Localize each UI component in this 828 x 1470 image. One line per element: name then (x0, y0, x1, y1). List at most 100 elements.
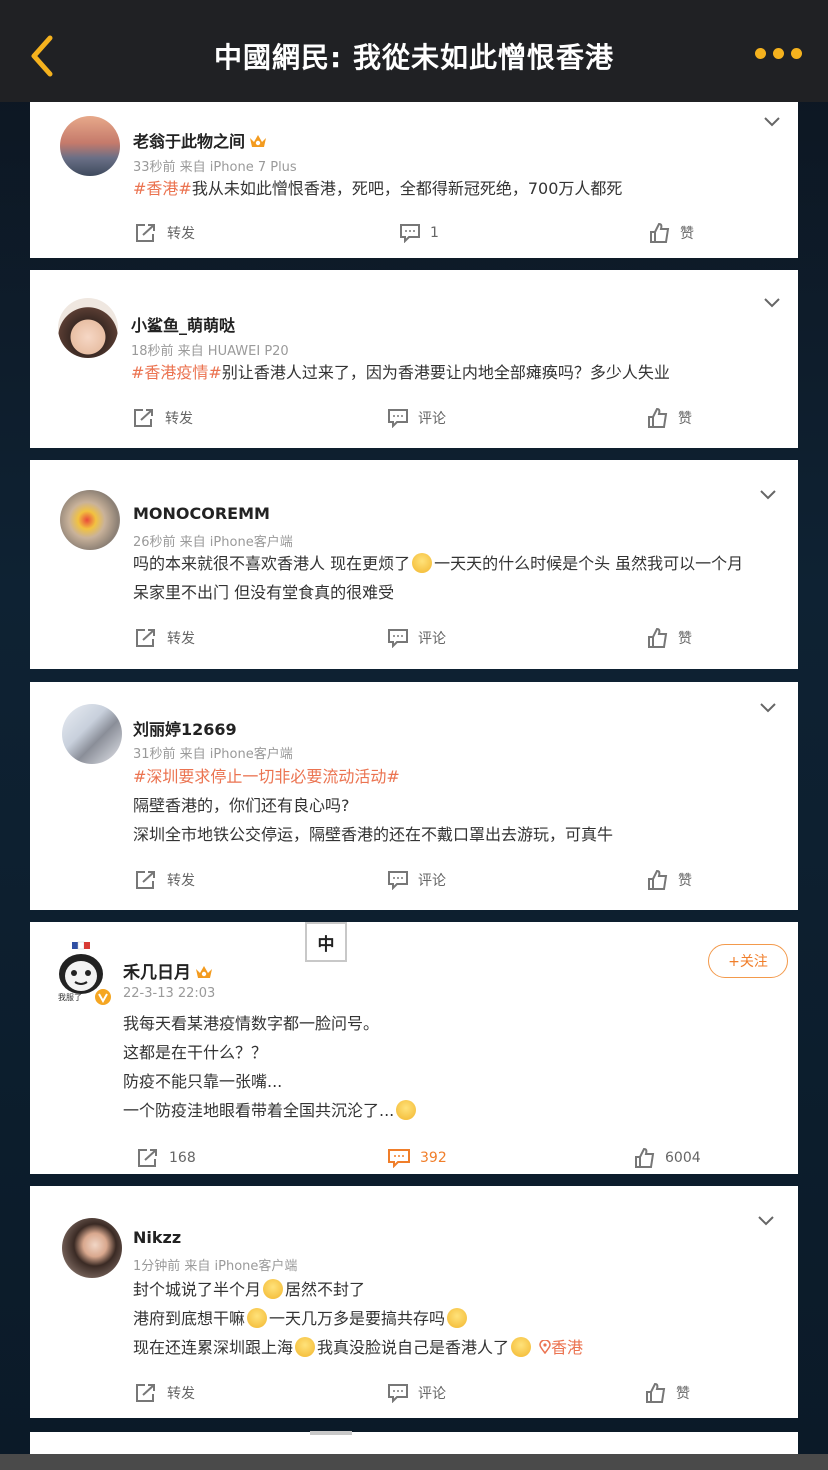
like-label: 赞 (680, 226, 694, 242)
follow-button[interactable]: +关注 (708, 944, 788, 978)
content-line: 呆家里不出门 但没有堂食真的很难受 (133, 583, 395, 602)
avatar[interactable] (60, 116, 120, 176)
post-meta: 26秒前 来自 iPhone客户端 (133, 535, 293, 550)
comment-icon (388, 629, 408, 648)
post-content: 吗的本来就很不喜欢香港人 现在更烦了 一天天的什么时候是个头 虽然我可以一个月 呆… (133, 549, 743, 607)
bottom-bar (0, 1454, 828, 1470)
chevron-down-icon[interactable] (758, 1216, 774, 1226)
comment-button[interactable]: 评论 (388, 870, 446, 890)
more-dots-icon[interactable] (755, 48, 802, 59)
like-button[interactable]: 赞 (648, 408, 692, 428)
smile-emoji-icon (511, 1337, 532, 1357)
like-label: 赞 (678, 631, 692, 647)
post-content: 我每天看某港疫情数字都一脸问号。 这都是在干什么？？ 防疫不能只靠一张嘴... … (123, 1009, 418, 1125)
comment-icon (388, 871, 408, 890)
location-pin-icon (539, 1339, 551, 1355)
repost-button[interactable]: 转发 (133, 408, 193, 428)
hashtag-link[interactable]: #香港# (133, 179, 192, 198)
post-meta: 33秒前 来自 iPhone 7 Plus (133, 160, 297, 175)
comment-label: 评论 (418, 1386, 446, 1402)
like-button[interactable]: 赞 (650, 223, 694, 243)
content-line: 深圳全市地铁公交停运，隔壁香港的还在不戴口罩出去游玩，可真牛 (133, 825, 614, 844)
like-button[interactable]: 赞 (648, 628, 692, 648)
nav-bar: 中國網民: 我從未如此憎恨香港 (0, 0, 828, 102)
comment-icon (388, 1149, 410, 1168)
like-label: 赞 (678, 873, 692, 889)
username: 禾几日月 (123, 963, 191, 983)
comment-button[interactable]: 评论 (388, 1383, 446, 1403)
repost-label: 转发 (165, 411, 193, 427)
avatar[interactable] (62, 1218, 122, 1278)
post-card: 小鲨鱼_萌萌哒 18秒前 来自 HUAWEI P20 #香港疫情#别让香港人过来… (30, 270, 798, 448)
comment-button[interactable]: 392 (388, 1148, 447, 1168)
content-line: 现在还连累深圳跟上海 (133, 1338, 294, 1357)
repost-icon (134, 409, 153, 427)
repost-button[interactable]: 转发 (135, 223, 195, 243)
comment-button[interactable]: 1 (400, 223, 439, 243)
like-button[interactable]: 赞 (646, 1383, 690, 1403)
repost-label: 转发 (167, 873, 195, 889)
like-label: 赞 (676, 1386, 690, 1402)
scroll-indicator (310, 1431, 352, 1435)
comment-icon (388, 1384, 408, 1403)
like-icon (648, 870, 668, 890)
comment-icon (388, 409, 408, 428)
username[interactable]: MONOCOREMM (133, 504, 270, 523)
post-content: #香港#我从未如此憎恨香港，死吧，全都得新冠死绝，700万人都死 (133, 174, 622, 203)
post-content: #香港疫情#别让香港人过来了，因为香港要让内地全部瘫痪吗？多少人失业 (131, 358, 670, 387)
content-line: 隔壁香港的，你们还有良心吗? (133, 796, 350, 815)
content-line: 一个防疫洼地眼看带着全国共沉沦了... (123, 1101, 395, 1120)
post-card: Nikzz 1分钟前 来自 iPhone客户端 封个城说了半个月 居然不封了 港府… (30, 1186, 798, 1418)
username: 老翁于此物之间 (133, 132, 246, 151)
post-card: MONOCOREMM 26秒前 来自 iPhone客户端 吗的本来就很不喜欢香港… (30, 460, 798, 669)
chevron-down-icon[interactable] (764, 298, 780, 308)
post-card: 刘丽婷12669 31秒前 来自 iPhone客户端 #深圳要求停止一切非必要流… (30, 682, 798, 910)
hashtag-link[interactable]: #香港疫情# (131, 363, 222, 382)
like-icon (648, 408, 668, 428)
location-label: 香港 (551, 1338, 584, 1357)
content-line: 一天几万多是要搞共存吗 (269, 1309, 446, 1328)
comment-label: 评论 (418, 411, 446, 427)
content-line: 我真没脸说自己是香港人了 (317, 1338, 510, 1357)
chevron-down-icon[interactable] (764, 117, 780, 127)
like-count: 6004 (665, 1150, 701, 1166)
like-icon (646, 1383, 666, 1403)
repost-button[interactable]: 转发 (135, 628, 195, 648)
avatar[interactable] (58, 298, 118, 358)
back-arrow-icon[interactable] (26, 34, 60, 78)
location-link[interactable]: 香港 (539, 1338, 583, 1357)
content-line: 居然不封了 (285, 1280, 366, 1299)
like-button[interactable]: 6004 (635, 1148, 701, 1168)
username-link[interactable]: 老翁于此物之间 (133, 128, 267, 152)
content-line: 我从未如此憎恨香港，死吧，全都得新冠死绝，700万人都死 (191, 179, 623, 198)
content-line: 港府到底想干嘛 (133, 1309, 246, 1328)
username[interactable]: Nikzz (133, 1228, 181, 1247)
hashtag-link[interactable]: #深圳要求停止一切非必要流动活动# (133, 762, 613, 791)
avatar[interactable] (62, 704, 122, 764)
avatar[interactable] (60, 490, 120, 550)
content-line: 一天天的什么时候是个头 虽然我可以一个月 (434, 554, 744, 573)
comment-button[interactable]: 评论 (388, 628, 446, 648)
username[interactable]: 小鲨鱼_萌萌哒 (131, 312, 235, 336)
comment-count: 392 (420, 1150, 447, 1166)
username[interactable]: 刘丽婷12669 (133, 716, 237, 740)
comment-button[interactable]: 评论 (388, 408, 446, 428)
post-content: #深圳要求停止一切非必要流动活动# 隔壁香港的，你们还有良心吗? 深圳全市地铁公… (133, 762, 613, 849)
post-content: 封个城说了半个月 居然不封了 港府到底想干嘛 一天几万多是要搞共存吗 现在还连累深圳… (133, 1275, 583, 1362)
repost-button[interactable]: 168 (137, 1148, 196, 1168)
language-tab[interactable]: 中 (305, 922, 347, 962)
avatar-caption: 我服了 (58, 993, 82, 1002)
repost-button[interactable]: 转发 (135, 870, 195, 890)
next-card-edge (30, 1432, 798, 1454)
repost-button[interactable]: 转发 (135, 1383, 195, 1403)
chevron-down-icon[interactable] (760, 703, 776, 713)
repost-label: 转发 (167, 226, 195, 242)
like-label: 赞 (678, 411, 692, 427)
like-button[interactable]: 赞 (648, 870, 692, 890)
like-icon (635, 1148, 655, 1168)
repost-icon (136, 224, 155, 242)
chevron-down-icon[interactable] (760, 490, 776, 500)
username-link[interactable]: 禾几日月 (123, 958, 213, 983)
smile-emoji-icon (263, 1279, 284, 1299)
comment-count: 1 (430, 225, 439, 241)
